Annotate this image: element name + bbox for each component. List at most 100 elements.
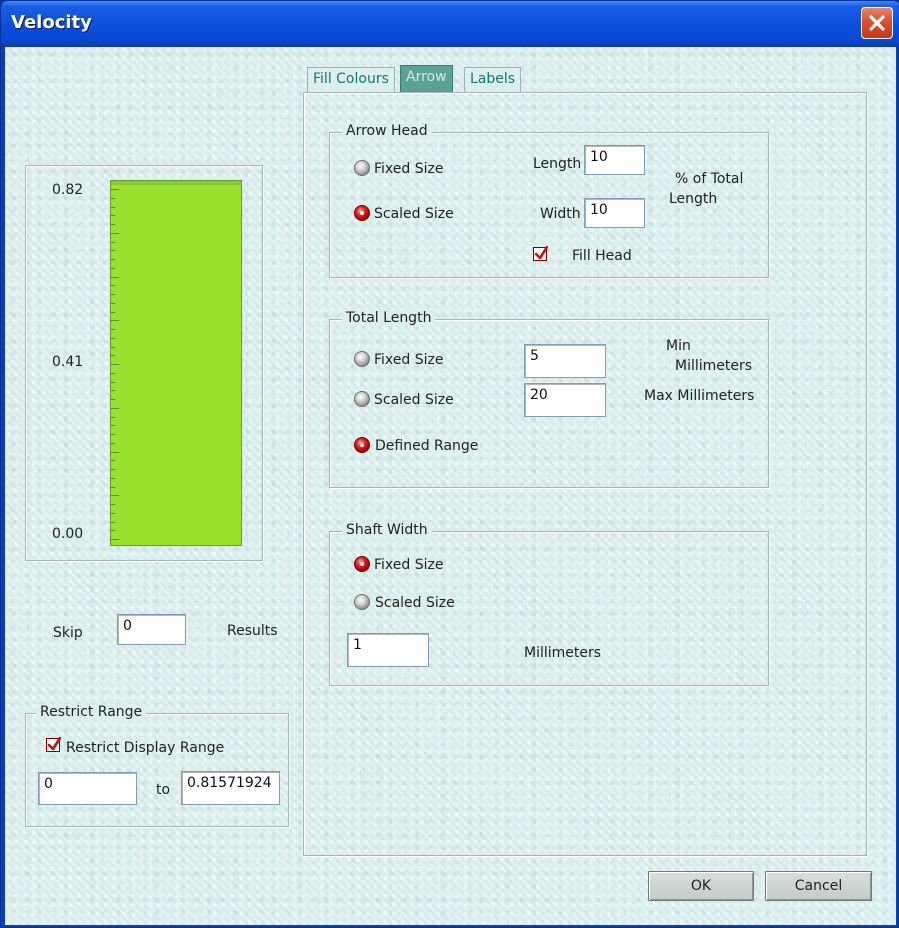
arrow-head-length-input[interactable]: 10 (584, 145, 645, 175)
legend-tick (111, 303, 115, 304)
legend-tick (111, 338, 115, 339)
legend-tick (111, 399, 115, 400)
legend-tick (111, 259, 115, 260)
total-length-group: Total Length Fixed Size Scaled Size Defi… (329, 310, 769, 488)
total-length-defined-range-radio[interactable] (354, 437, 370, 453)
legend-tick (111, 312, 115, 313)
legend-tick (111, 373, 115, 374)
total-length-scaled-size-radio[interactable] (354, 391, 370, 407)
legend-tick (111, 513, 115, 514)
arrow-tab-page: Arrow Head Fixed Size Scaled Size Length… (303, 92, 867, 856)
total-length-defined-range-label: Defined Range (375, 438, 479, 454)
legend-max-label: 0.82 (52, 182, 84, 198)
restrict-display-range-label: Restrict Display Range (66, 740, 225, 756)
legend-tick (111, 224, 115, 225)
legend-color-bar-top (111, 181, 241, 185)
arrow-head-width-label: Width (540, 206, 581, 222)
tab-fill-colours[interactable]: Fill Colours (307, 67, 395, 93)
legend-tick (111, 425, 115, 426)
tab-arrow[interactable]: Arrow (400, 65, 453, 93)
velocity-dialog: Velocity 0.82 0.41 0.00 Skip 0 Results R… (0, 0, 899, 928)
legend-tick (111, 469, 115, 470)
total-length-fixed-size-radio[interactable] (354, 351, 370, 367)
shaft-width-fixed-size-radio[interactable] (354, 556, 370, 572)
arrow-head-title: Arrow Head (342, 123, 432, 139)
legend-tick (111, 522, 115, 523)
legend-tick (111, 539, 119, 540)
legend-tick (111, 504, 115, 505)
legend-panel: 0.82 0.41 0.00 (25, 165, 263, 561)
total-length-max-input[interactable]: 20 (524, 383, 606, 417)
legend-tick (111, 417, 115, 418)
ok-button[interactable]: OK (648, 871, 754, 901)
legend-color-bar (110, 180, 242, 546)
restrict-range-title: Restrict Range (36, 704, 147, 720)
shaft-width-millimeters-label: Millimeters (524, 645, 602, 661)
legend-tick (111, 495, 119, 496)
shaft-width-scaled-size-radio[interactable] (354, 594, 370, 610)
legend-tick (111, 285, 115, 286)
arrow-head-group: Arrow Head Fixed Size Scaled Size Length… (329, 123, 769, 278)
fill-head-label: Fill Head (572, 248, 632, 264)
fill-head-checkbox[interactable] (533, 246, 548, 261)
legend-min-label: 0.00 (52, 526, 84, 542)
legend-mid-label: 0.41 (52, 354, 84, 370)
arrow-head-scaled-size-radio[interactable] (354, 205, 370, 221)
close-icon (869, 15, 885, 31)
legend-tick (111, 320, 119, 321)
shaft-width-group: Shaft Width Fixed Size Scaled Size 1 Mil… (329, 522, 769, 686)
tab-labels[interactable]: Labels (464, 67, 522, 93)
legend-tick (111, 487, 115, 488)
legend-tick (111, 530, 115, 531)
legend-tick (111, 242, 115, 243)
shaft-width-fixed-size-label: Fixed Size (374, 557, 444, 573)
legend-tick (111, 452, 119, 453)
legend-tick (111, 355, 115, 356)
skip-label: Skip (53, 625, 83, 641)
min-millimeters-label-line1: Min (666, 338, 691, 354)
restrict-display-range-checkbox[interactable] (46, 737, 61, 752)
arrow-head-length-label: Length (533, 156, 582, 172)
max-millimeters-label: Max Millimeters (644, 388, 755, 404)
legend-tick (111, 364, 119, 365)
arrow-head-fixed-size-label: Fixed Size (374, 161, 444, 177)
close-button[interactable] (861, 7, 893, 39)
arrow-head-width-input[interactable]: 10 (584, 198, 645, 228)
legend-tick (111, 233, 119, 234)
legend-tick (111, 268, 115, 269)
legend-tick (111, 277, 119, 278)
legend-tick (111, 207, 115, 208)
legend-tick (111, 434, 115, 435)
shaft-width-title: Shaft Width (342, 522, 432, 538)
legend-tick (111, 347, 115, 348)
arrow-head-fixed-size-radio[interactable] (354, 160, 370, 176)
legend-tick (111, 478, 115, 479)
legend-tick (111, 382, 115, 383)
skip-results-label: Results (227, 623, 278, 639)
skip-input[interactable]: 0 (117, 614, 186, 645)
checkmark-icon (534, 246, 548, 260)
legend-tick (111, 215, 115, 216)
window-title: Velocity (11, 12, 92, 33)
legend-tick (111, 329, 115, 330)
title-bar[interactable]: Velocity (1, 1, 899, 47)
legend-tick (111, 390, 115, 391)
shaft-width-input[interactable]: 1 (347, 633, 429, 667)
legend-tick (111, 460, 115, 461)
shaft-width-scaled-size-label: Scaled Size (375, 595, 455, 611)
restrict-to-input[interactable]: 0.81571924 (181, 771, 280, 805)
cancel-button[interactable]: Cancel (765, 871, 872, 901)
pct-total-length-label-line1: % of Total (675, 171, 744, 187)
legend-tick (111, 189, 119, 190)
legend-tick (111, 443, 115, 444)
restrict-range-group: Restrict Range Restrict Display Range 0 … (25, 704, 289, 827)
arrow-head-scaled-size-label: Scaled Size (374, 206, 454, 222)
legend-tick (111, 250, 115, 251)
restrict-from-input[interactable]: 0 (38, 772, 137, 805)
total-length-title: Total Length (342, 310, 436, 326)
dialog-client-area: 0.82 0.41 0.00 Skip 0 Results Restrict R… (5, 47, 896, 925)
total-length-min-input[interactable]: 5 (524, 344, 606, 378)
min-millimeters-label-line2: Millimeters (675, 358, 753, 374)
legend-tick (111, 294, 115, 295)
legend-tick (111, 408, 119, 409)
